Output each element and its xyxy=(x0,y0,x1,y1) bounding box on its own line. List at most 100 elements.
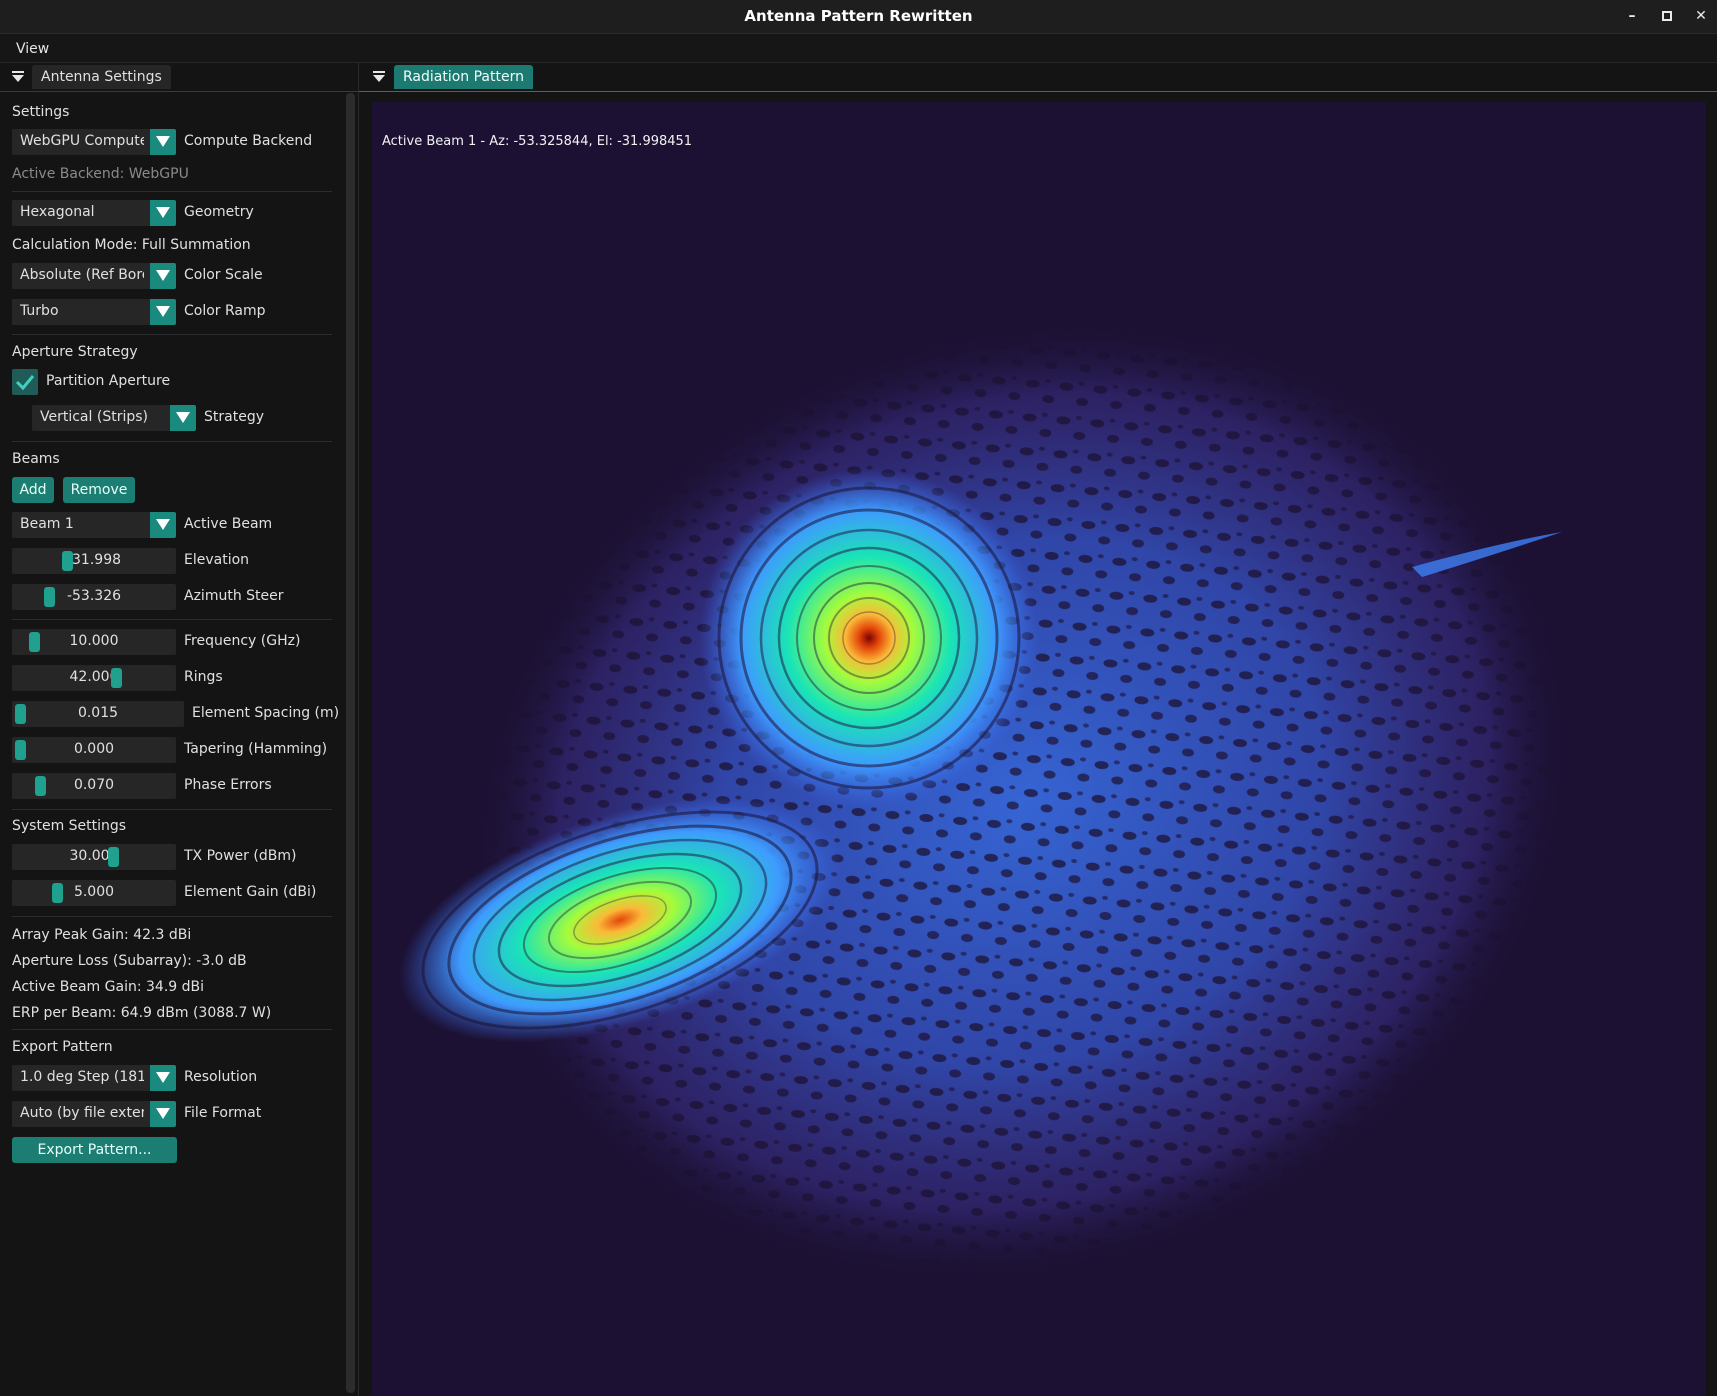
slider-grab[interactable] xyxy=(15,740,26,760)
slider-grab[interactable] xyxy=(44,587,55,607)
slider-grab[interactable] xyxy=(35,776,46,796)
divider xyxy=(12,1029,332,1030)
maximize-icon[interactable] xyxy=(1657,6,1677,26)
azimuth-steer-label: Azimuth Steer xyxy=(184,588,284,604)
minimize-icon[interactable]: – xyxy=(1622,6,1642,26)
calculation-mode-text: Calculation Mode: Full Summation xyxy=(12,237,251,253)
slider-grab[interactable] xyxy=(62,551,73,571)
radiation-pattern-plot xyxy=(398,320,1573,1284)
phase-errors-label: Phase Errors xyxy=(184,777,272,793)
divider xyxy=(12,441,332,442)
active-backend-text: Active Backend: WebGPU xyxy=(12,166,189,182)
sidelobe-speckle xyxy=(471,320,1573,1284)
elevation-label: Elevation xyxy=(184,552,250,568)
chevron-down-icon[interactable] xyxy=(150,200,176,226)
array-peak-gain-text: Array Peak Gain: 42.3 dBi xyxy=(12,927,192,943)
remove-beam-button[interactable]: Remove xyxy=(63,477,135,503)
element-spacing-slider[interactable]: 0.015 xyxy=(12,701,184,727)
divider xyxy=(12,916,332,917)
chevron-down-icon[interactable] xyxy=(150,263,176,289)
compute-backend-combo[interactable]: WebGPU Compute xyxy=(12,129,176,155)
aperture-strategy-header: Aperture Strategy xyxy=(12,344,138,360)
frequency-label: Frequency (GHz) xyxy=(184,633,301,649)
slider-grab[interactable] xyxy=(111,668,122,688)
strategy-value: Vertical (Strips) xyxy=(40,409,148,425)
rings-slider[interactable]: 42.000 xyxy=(12,665,176,691)
beams-header: Beams xyxy=(12,451,60,467)
color-scale-label: Color Scale xyxy=(184,267,263,283)
tx-power-slider[interactable]: 30.000 xyxy=(12,844,176,870)
tapering-value: 0.000 xyxy=(73,741,115,757)
radiation-pattern-panel: Radiation Pattern Active Beam 1 - Az: -5… xyxy=(359,63,1717,1396)
aperture-loss-text: Aperture Loss (Subarray): -3.0 dB xyxy=(12,953,247,969)
geometry-label: Geometry xyxy=(184,204,254,220)
compute-backend-value: WebGPU Compute xyxy=(20,133,144,149)
tx-power-label: TX Power (dBm) xyxy=(184,848,297,864)
collapse-arrow-icon[interactable] xyxy=(11,70,25,84)
rings-label: Rings xyxy=(184,669,223,685)
color-ramp-label: Color Ramp xyxy=(184,303,266,319)
main-beam xyxy=(699,468,1039,808)
element-gain-slider[interactable]: 5.000 xyxy=(12,880,176,906)
title-bar: Antenna Pattern Rewritten – ✕ xyxy=(0,0,1717,34)
tab-antenna-settings[interactable]: Antenna Settings xyxy=(32,65,171,89)
phase-errors-slider[interactable]: 0.070 xyxy=(12,773,176,799)
active-beam-overlay: Active Beam 1 - Az: -53.325844, El: -31.… xyxy=(382,134,693,149)
tapering-label: Tapering (Hamming) xyxy=(184,741,328,757)
slider-grab[interactable] xyxy=(29,632,40,652)
file-format-combo[interactable]: Auto (by file extension) xyxy=(12,1101,176,1127)
tx-power-value: 30.000 xyxy=(69,848,119,864)
settings-header: Settings xyxy=(12,104,70,120)
system-settings-header: System Settings xyxy=(12,818,127,834)
divider xyxy=(12,809,332,810)
active-beam-value: Beam 1 xyxy=(20,516,74,532)
element-gain-label: Element Gain (dBi) xyxy=(184,884,317,900)
strategy-combo[interactable]: Vertical (Strips) xyxy=(32,405,196,431)
file-format-value: Auto (by file extension) xyxy=(20,1105,144,1121)
tab-radiation-pattern[interactable]: Radiation Pattern xyxy=(394,65,533,89)
geometry-combo[interactable]: Hexagonal xyxy=(12,200,176,226)
color-scale-combo[interactable]: Absolute (Ref Boresight) xyxy=(12,263,176,289)
resolution-label: Resolution xyxy=(184,1069,258,1085)
chevron-down-icon[interactable] xyxy=(170,405,196,431)
strategy-label: Strategy xyxy=(204,409,264,425)
chevron-down-icon[interactable] xyxy=(150,1101,176,1127)
left-tab-bar: Antenna Settings xyxy=(0,63,358,92)
add-beam-button[interactable]: Add xyxy=(12,477,54,503)
divider xyxy=(12,334,332,335)
chevron-down-icon[interactable] xyxy=(150,299,176,325)
element-spacing-value: 0.015 xyxy=(77,705,119,721)
resolution-combo[interactable]: 1.0 deg Step (181x181) xyxy=(12,1065,176,1091)
chevron-down-icon[interactable] xyxy=(150,1065,176,1091)
tapering-slider[interactable]: 0.000 xyxy=(12,737,176,763)
collapse-arrow-icon[interactable] xyxy=(372,70,386,84)
color-ramp-combo[interactable]: Turbo xyxy=(12,299,176,325)
left-scrollbar[interactable] xyxy=(346,93,355,1393)
color-scale-value: Absolute (Ref Boresight) xyxy=(20,267,144,283)
slider-grab[interactable] xyxy=(52,883,63,903)
radiation-pattern-canvas[interactable]: Active Beam 1 - Az: -53.325844, El: -31.… xyxy=(372,102,1706,1396)
divider xyxy=(12,191,332,192)
menu-view[interactable]: View xyxy=(16,41,49,57)
elevation-value: -31.998 xyxy=(66,552,122,568)
chevron-down-icon[interactable] xyxy=(150,129,176,155)
azimuth-steer-value: -53.326 xyxy=(66,588,122,604)
element-gain-value: 5.000 xyxy=(73,884,115,900)
compute-backend-label: Compute Backend xyxy=(184,133,313,149)
divider xyxy=(12,619,332,620)
file-format-label: File Format xyxy=(184,1105,262,1121)
frequency-slider[interactable]: 10.000 xyxy=(12,629,176,655)
export-pattern-button[interactable]: Export Pattern... xyxy=(12,1137,177,1163)
chevron-down-icon[interactable] xyxy=(150,512,176,538)
azimuth-steer-slider[interactable]: -53.326 xyxy=(12,584,176,610)
slider-grab[interactable] xyxy=(108,847,119,867)
slider-grab[interactable] xyxy=(15,704,26,724)
resolution-value: 1.0 deg Step (181x181) xyxy=(20,1069,144,1085)
active-beam-combo[interactable]: Beam 1 xyxy=(12,512,176,538)
close-icon[interactable]: ✕ xyxy=(1691,6,1711,26)
active-beam-label: Active Beam xyxy=(184,516,273,532)
partition-aperture-checkbox[interactable] xyxy=(12,369,38,395)
export-pattern-header: Export Pattern xyxy=(12,1039,113,1055)
right-tab-bar: Radiation Pattern xyxy=(359,63,1717,92)
elevation-slider[interactable]: -31.998 xyxy=(12,548,176,574)
